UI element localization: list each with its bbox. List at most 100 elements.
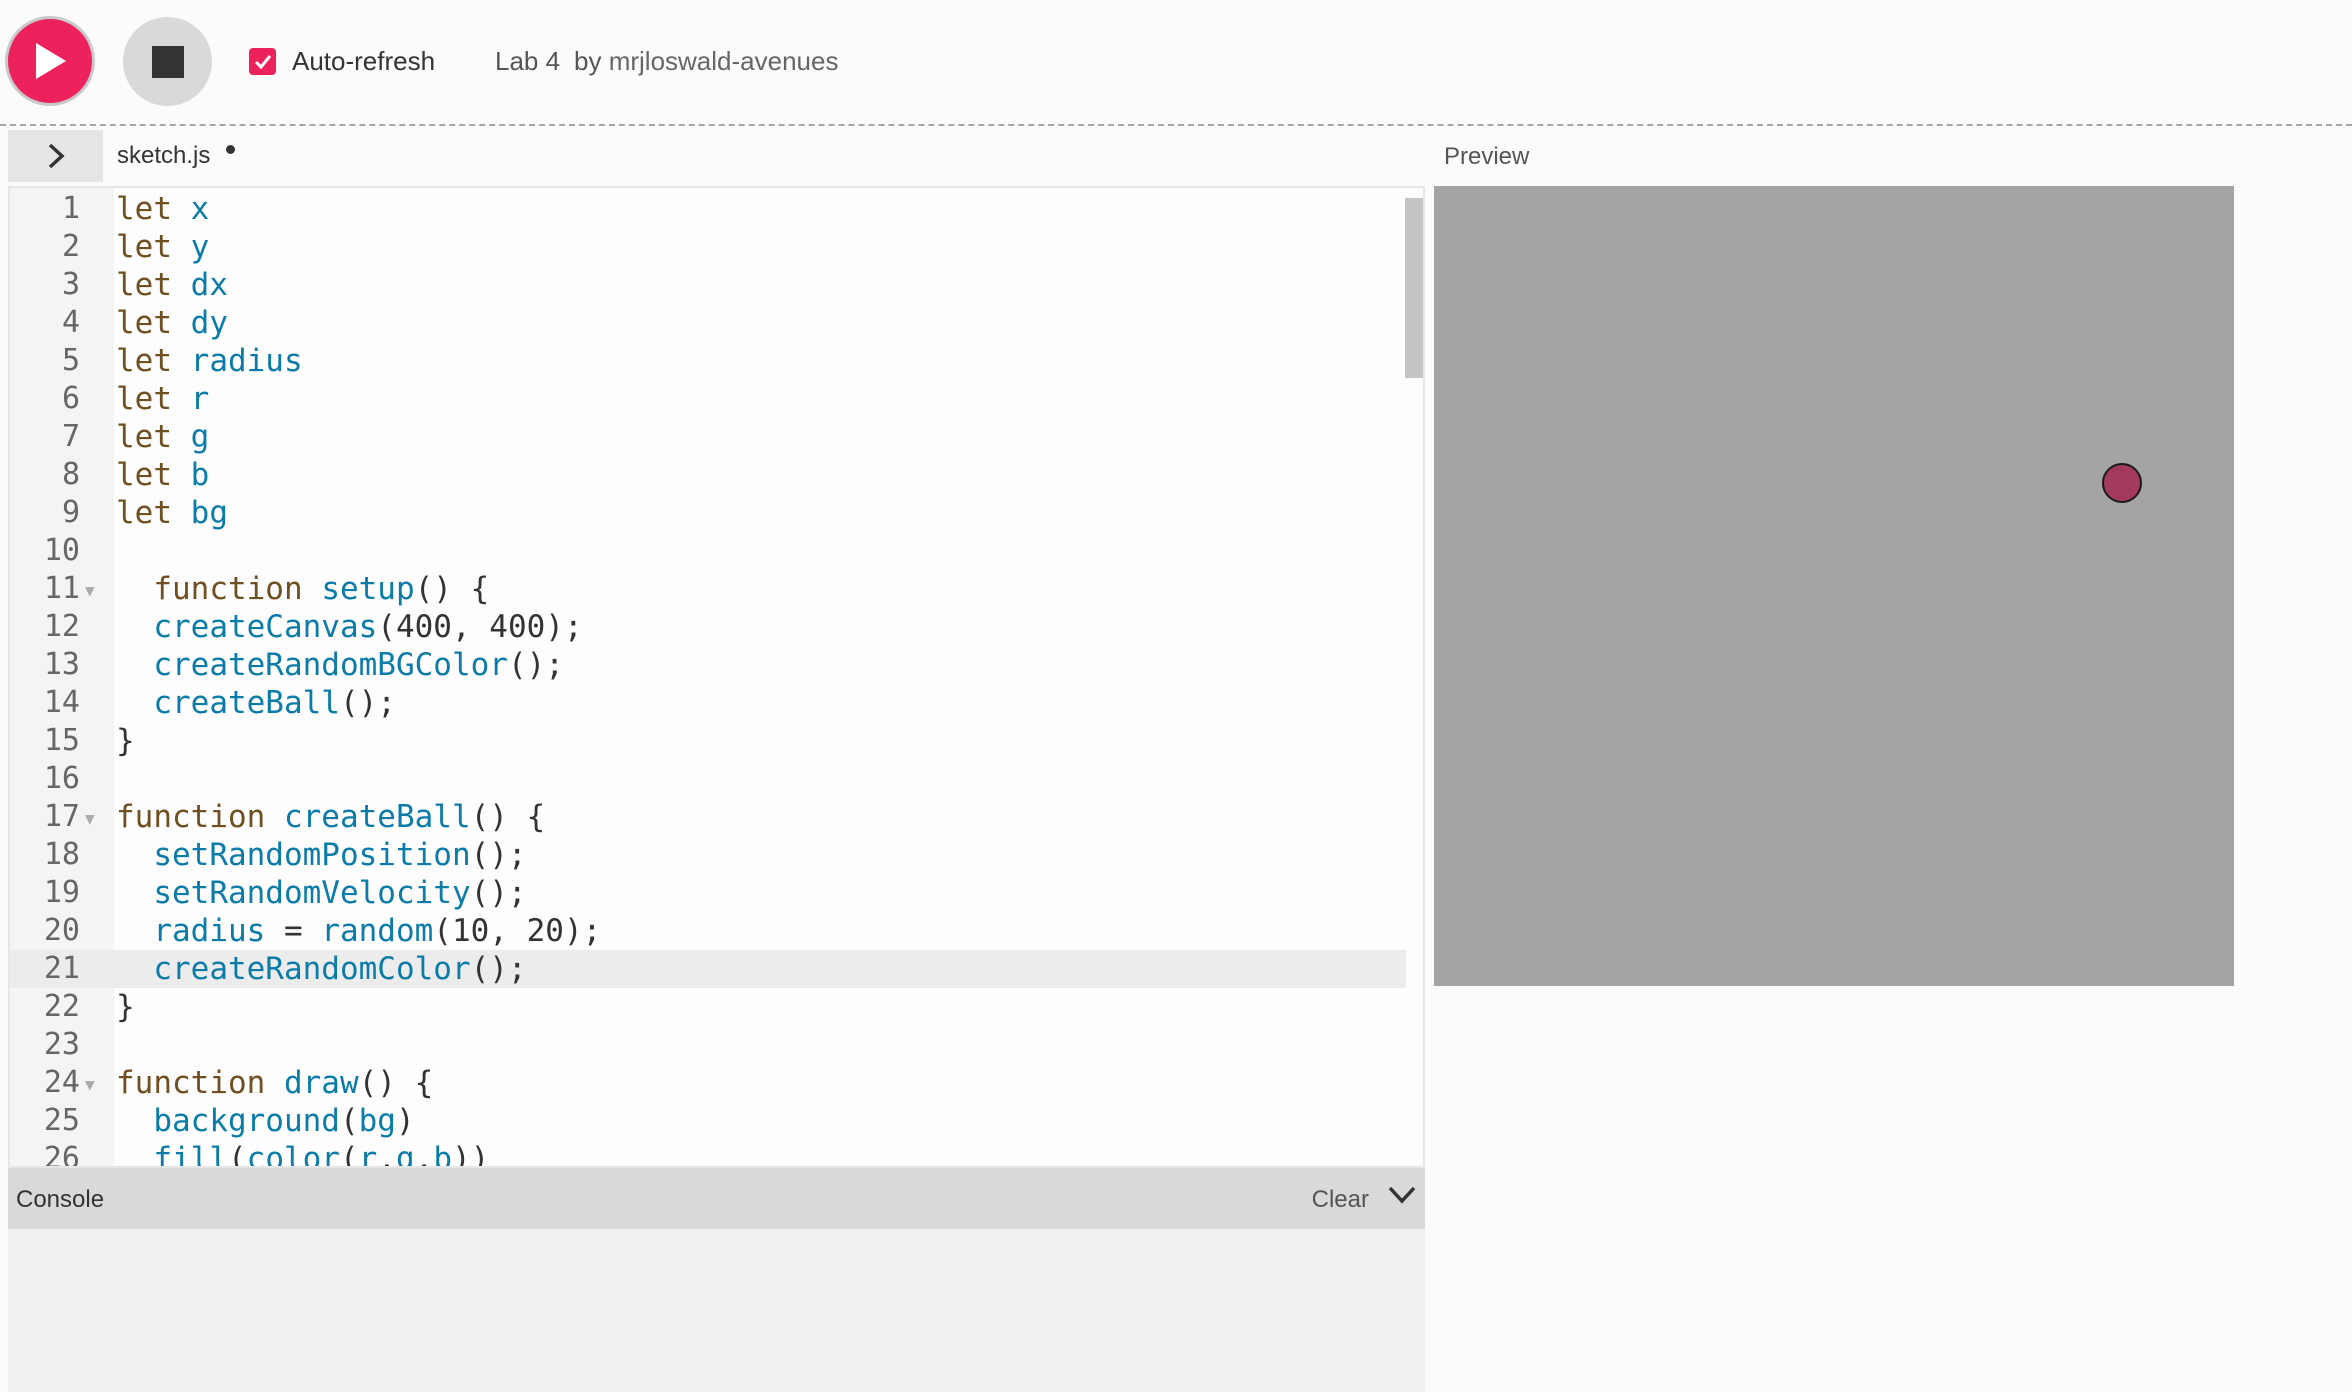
code-line[interactable]: 10 [10, 532, 1406, 570]
toolbar: Auto-refresh Lab 4 by mrjloswald-avenues [0, 0, 2352, 126]
console-output[interactable] [8, 1229, 1425, 1392]
code-editor[interactable]: 1 let x 2 let y 3 let dx 4 let dy 5 let radius 6 le… [8, 186, 1425, 1168]
line-number: 20 [43, 913, 80, 948]
code-line[interactable]: 17 ▼ function createBall() { [10, 798, 1406, 836]
code-token: , [414, 1141, 434, 1168]
code-token: let [116, 419, 191, 455]
code-token: , [377, 1141, 396, 1168]
code-line[interactable]: 25 background(bg) [10, 1102, 1406, 1140]
code-token: ) [395, 1103, 415, 1139]
code-line[interactable]: 11 ▼ function setup() { [10, 570, 1406, 608]
code-line[interactable]: 14 createBall(); [10, 684, 1406, 722]
code-text: let dx [116, 266, 228, 304]
stop-button[interactable] [123, 17, 212, 106]
play-button[interactable] [5, 16, 95, 106]
code-token: () { [414, 571, 490, 607]
fold-arrow-icon[interactable]: ▼ [85, 572, 95, 610]
project-name[interactable]: Lab 4 [495, 46, 560, 77]
code-line[interactable]: 19 setRandomVelocity(); [10, 874, 1406, 912]
owner-link[interactable]: mrjloswald-avenues [609, 46, 839, 76]
line-number: 19 [43, 875, 80, 910]
code-token: b [433, 1141, 453, 1168]
fold-arrow-icon[interactable]: ▼ [85, 800, 95, 838]
code-token: , [489, 913, 527, 949]
code-token: let [116, 381, 191, 417]
auto-refresh-label[interactable]: Auto-refresh [292, 46, 435, 77]
fold-arrow-icon[interactable]: ▼ [85, 1066, 95, 1104]
code-line[interactable]: 18 setRandomPosition(); [10, 836, 1406, 874]
line-number: 22 [43, 989, 80, 1024]
sidebar-toggle-button[interactable] [8, 130, 103, 182]
code-token: (); [339, 685, 396, 721]
line-number: 2 [61, 229, 80, 264]
code-text: function draw() { [116, 1064, 433, 1102]
editor-scrollbar[interactable] [1405, 198, 1423, 378]
code-token: g [396, 1141, 415, 1168]
code-line[interactable]: 6 let r [10, 380, 1406, 418]
line-number: 24 [43, 1065, 80, 1100]
line-number: 25 [43, 1103, 80, 1138]
code-text: let y [116, 228, 209, 266]
code-token: b [190, 457, 210, 493]
code-line[interactable]: 22} [10, 988, 1406, 1026]
file-tab-name[interactable]: sketch.js [117, 142, 210, 170]
code-token: createRandomBGColor [153, 647, 508, 683]
code-line[interactable]: 15} [10, 722, 1406, 760]
code-line[interactable]: 20 radius = random(10, 20); [10, 912, 1406, 950]
code-token: () { [358, 1065, 434, 1101]
code-token: ( [377, 609, 396, 645]
chevron-down-icon[interactable] [1387, 1184, 1417, 1206]
checkmark-icon [254, 54, 271, 69]
play-icon [36, 43, 66, 79]
auto-refresh-checkbox[interactable] [249, 48, 276, 75]
code-line[interactable]: 8 let b [10, 456, 1406, 494]
code-line[interactable]: 4 let dy [10, 304, 1406, 342]
code-line[interactable]: 3 let dx [10, 266, 1406, 304]
code-token: createBall [153, 685, 340, 721]
code-token: let [116, 191, 191, 227]
code-token: } [116, 989, 135, 1025]
line-number: 13 [43, 647, 80, 682]
code-text: let radius [116, 342, 303, 380]
code-line[interactable]: 23 [10, 1026, 1406, 1064]
code-token: radius [153, 913, 266, 949]
line-number: 17 [43, 799, 80, 834]
code-text: createRandomBGColor(); [116, 646, 564, 684]
line-number: 18 [43, 837, 80, 872]
project-owner: by mrjloswald-avenues [574, 46, 838, 77]
code-line[interactable]: 2 let y [10, 228, 1406, 266]
code-line[interactable]: 13 createRandomBGColor(); [10, 646, 1406, 684]
code-text: function createBall() { [116, 798, 545, 836]
line-number: 12 [43, 609, 80, 644]
code-line[interactable]: 9 let bg [10, 494, 1406, 532]
code-line[interactable]: 26 fill(color(r,g,b)) [10, 1140, 1406, 1168]
code-token: radius [190, 343, 303, 379]
code-line[interactable]: 1 let x [10, 190, 1406, 228]
line-number: 5 [61, 343, 80, 378]
code-token: ( [227, 1141, 247, 1168]
code-token: 400 [395, 609, 452, 645]
code-text: createCanvas(400, 400); [116, 608, 582, 646]
code-token: = [265, 913, 322, 949]
line-number: 1 [61, 191, 80, 226]
code-token: r [190, 381, 210, 417]
console-clear-button[interactable]: Clear [1312, 1186, 1369, 1214]
code-line[interactable]: 7 let g [10, 418, 1406, 456]
code-token: createBall [283, 799, 471, 835]
code-token: dy [190, 305, 228, 341]
code-line[interactable]: 12 createCanvas(400, 400); [10, 608, 1406, 646]
code-text: setRandomVelocity(); [116, 874, 526, 912]
code-line[interactable]: 24 ▼ function draw() { [10, 1064, 1406, 1102]
code-line[interactable]: 5 let radius [10, 342, 1406, 380]
code-token: function [153, 571, 322, 607]
code-token: (); [507, 647, 564, 683]
code-line[interactable]: 16 [10, 760, 1406, 798]
ball [2102, 463, 2142, 503]
sketch-canvas[interactable] [1434, 186, 2234, 986]
code-line[interactable]: 21 createRandomColor(); [10, 950, 1406, 988]
unsaved-indicator [226, 145, 235, 154]
code-token: 20 [526, 913, 564, 949]
